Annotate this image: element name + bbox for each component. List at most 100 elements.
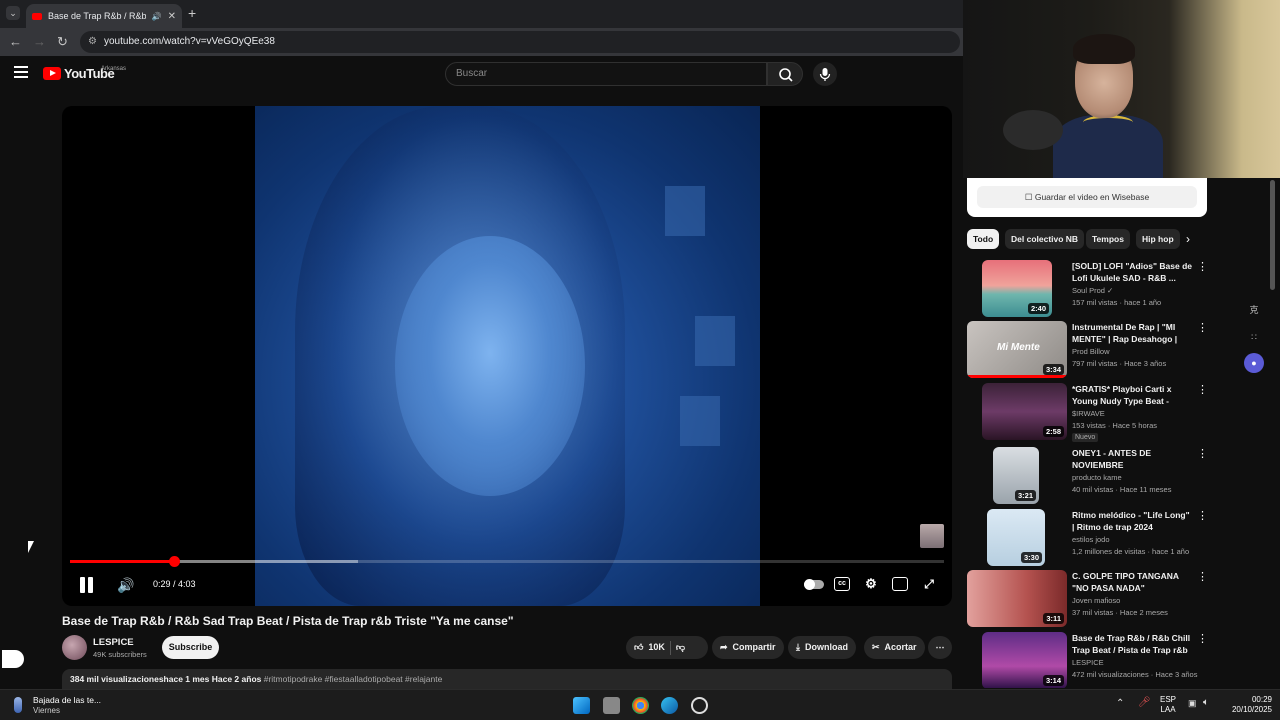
captions-icon[interactable]: cc — [834, 577, 850, 591]
recommendation-item[interactable]: 3:21 ONEY1 - ANTES DE NOVIEMBRE (INSTRUM… — [967, 447, 1212, 507]
rec-channel[interactable]: Prod Billow — [1072, 347, 1110, 356]
download-button[interactable]: ⤓ Download — [788, 636, 856, 659]
fullscreen-icon[interactable]: ⤢ — [921, 577, 937, 591]
edge-icon[interactable] — [661, 697, 678, 714]
thumbs-down-icon[interactable]: 👎︎ — [676, 636, 685, 659]
recommendation-item[interactable]: 2:58 *GRATIS* Playboi Carti x Young Nudy… — [967, 383, 1212, 443]
voice-search-button[interactable] — [813, 62, 837, 86]
more-vert-icon[interactable]: ⋮ — [1197, 321, 1208, 334]
rec-title[interactable]: Instrumental De Rap | "MI MENTE" | Rap D… — [1072, 321, 1194, 345]
theater-mode-icon[interactable] — [892, 577, 908, 591]
channel-avatar[interactable] — [62, 635, 87, 660]
search-input[interactable]: Buscar — [445, 62, 767, 86]
description-box[interactable]: 384 mil visualizacioneshace 1 mes Hace 2… — [62, 669, 952, 689]
sidebar-scrollbar[interactable] — [1270, 180, 1275, 290]
more-vert-icon[interactable]: ⋮ — [1197, 260, 1208, 273]
wisebase-save-button[interactable]: ☐ Guardar el video en Wisebase — [977, 186, 1197, 208]
share-icon: ➦ — [720, 642, 728, 652]
rec-channel[interactable]: estilos jodo — [1072, 535, 1110, 544]
recommendation-item[interactable]: 3:14 Base de Trap R&b / R&b Chill Trap B… — [967, 632, 1212, 688]
chip-tempos[interactable]: Tempos — [1086, 229, 1130, 249]
progress-played — [70, 560, 174, 563]
rec-title[interactable]: Base de Trap R&b / R&b Chill Trap Beat /… — [1072, 632, 1194, 656]
video-thumbnail[interactable]: 3:11 — [967, 570, 1067, 627]
description-hashtags[interactable]: #ritmotipodrake #fiestaalladotipobeat #r… — [264, 674, 443, 684]
tab-search-button[interactable]: ⌄ — [6, 6, 20, 20]
rec-title[interactable]: Ritmo melódico - "Life Long" | Ritmo de … — [1072, 509, 1194, 533]
address-bar[interactable]: ⚙ youtube.com/watch?v=vVeGOyQEe38 — [80, 31, 960, 53]
chip-del-colectivo[interactable]: Del colectivo NB — [1005, 229, 1085, 249]
reload-icon[interactable]: ↻ — [57, 34, 68, 50]
clip-button[interactable]: ✂ Acortar — [864, 636, 925, 659]
rec-title[interactable]: ONEY1 - ANTES DE NOVIEMBRE (INSTRUMENTAL… — [1072, 447, 1194, 471]
network-icon[interactable]: ▣ — [1188, 698, 1197, 709]
new-tab-button[interactable]: + — [188, 5, 196, 21]
volume-icon[interactable]: 🔊 — [117, 577, 134, 594]
video-thumbnail[interactable]: 2:40 — [982, 260, 1052, 317]
weather-title[interactable]: Bajada de las te... — [33, 695, 101, 705]
channel-watermark[interactable] — [920, 524, 944, 548]
rec-channel[interactable]: Soul Prod ✓ — [1072, 286, 1113, 295]
site-info-icon[interactable]: ⚙ — [88, 31, 97, 53]
search-button[interactable] — [767, 62, 803, 86]
close-tab-icon[interactable]: ✕ — [168, 11, 176, 22]
rec-channel[interactable]: Joven mafioso — [1072, 596, 1120, 605]
microphone-tray-icon[interactable]: 🎤︎ — [1138, 697, 1151, 708]
chip-todo[interactable]: Todo — [967, 229, 1000, 249]
more-vert-icon[interactable]: ⋮ — [1197, 570, 1208, 583]
speaker-icon[interactable]: 🔊 — [152, 12, 162, 21]
assistant-icon[interactable]: ● — [1244, 353, 1264, 373]
like-button[interactable]: 👍︎ 10K — [634, 636, 665, 659]
browser-tab[interactable]: Base de Trap R&b / R&b Sa 🔊 ✕ — [26, 4, 182, 28]
rec-title[interactable]: [SOLD] LOFI "Adios" Base de Lofi Ukulele… — [1072, 260, 1194, 284]
more-vert-icon[interactable]: ⋮ — [1197, 383, 1208, 396]
chrome-icon[interactable] — [632, 697, 649, 714]
share-button[interactable]: ➦ Compartir — [712, 636, 784, 659]
rec-channel[interactable]: producto kame — [1072, 473, 1122, 482]
extension-floating-button[interactable] — [2, 650, 24, 668]
more-vert-icon[interactable]: ⋮ — [1197, 447, 1208, 460]
settings-icon[interactable]: ⚙ — [863, 577, 879, 591]
translate-icon[interactable]: 克 — [1244, 300, 1264, 320]
video-thumbnail[interactable]: 3:21 — [993, 447, 1039, 504]
hamburger-menu-icon[interactable] — [14, 66, 28, 78]
rec-channel[interactable]: $IRWAVE — [1072, 409, 1105, 418]
chevron-right-icon[interactable]: › — [1186, 232, 1190, 246]
channel-name[interactable]: LESPICE — [93, 637, 134, 648]
video-player[interactable]: 🔊 0:29 / 4:03 cc ⚙ ⤢ — [62, 106, 952, 606]
chip-hip-hop[interactable]: Hip hop — [1136, 229, 1180, 249]
weather-icon[interactable] — [14, 697, 22, 713]
browser-tab-bar: ⌄ Base de Trap R&b / R&b Sa 🔊 ✕ + — [0, 0, 963, 28]
more-vert-icon[interactable]: ⋮ — [1197, 509, 1208, 522]
obs-icon[interactable] — [691, 697, 708, 714]
clock[interactable]: 00:29 20/10/2025 — [1228, 695, 1272, 715]
video-thumbnail[interactable]: 2:58 — [982, 383, 1067, 440]
more-vert-icon[interactable]: ⋮ — [1197, 632, 1208, 645]
recommendation-item[interactable]: 3:30 Ritmo melódico - "Life Long" | Ritm… — [967, 509, 1212, 569]
autoplay-toggle[interactable] — [804, 579, 824, 590]
progress-bar[interactable] — [70, 556, 944, 567]
recommendation-item[interactable]: Mi Mente 3:34 Instrumental De Rap | "MI … — [967, 321, 1212, 381]
video-thumbnail[interactable]: 3:14 — [982, 632, 1067, 688]
subscribe-button[interactable]: Subscribe — [162, 636, 219, 659]
duration-badge: 3:30 — [1020, 552, 1042, 563]
rec-title[interactable]: *GRATIS* Playboi Carti x Young Nudy Type… — [1072, 383, 1194, 407]
language-indicator[interactable]: ESP LAA — [1160, 695, 1176, 715]
video-thumbnail[interactable]: Mi Mente 3:34 — [967, 321, 1067, 378]
task-view-icon[interactable] — [603, 697, 620, 714]
apps-icon[interactable]: ∷ — [1244, 327, 1264, 347]
speaker-tray-icon[interactable]: 🔈︎ — [1203, 697, 1209, 708]
chevron-up-icon[interactable]: ⌃ — [1116, 698, 1124, 709]
download-label: Download — [804, 642, 848, 652]
video-thumbnail[interactable]: 3:30 — [987, 509, 1045, 566]
pause-button[interactable] — [79, 577, 93, 593]
progress-scrubber[interactable] — [169, 556, 180, 567]
rec-channel[interactable]: LESPICE — [1072, 658, 1104, 667]
recommendation-item[interactable]: 2:40 [SOLD] LOFI "Adios" Base de Lofi Uk… — [967, 260, 1212, 320]
forward-icon[interactable]: → — [33, 34, 46, 49]
more-actions-button[interactable]: ⋯ — [928, 636, 952, 659]
recommendation-item[interactable]: 3:11 C. GOLPE TIPO TANGANA "NO PASA NADA… — [967, 570, 1212, 630]
windows-start-icon[interactable] — [573, 697, 590, 714]
back-icon[interactable]: ← — [9, 34, 22, 49]
rec-title[interactable]: C. GOLPE TIPO TANGANA "NO PASA NADA" — [1072, 570, 1194, 594]
